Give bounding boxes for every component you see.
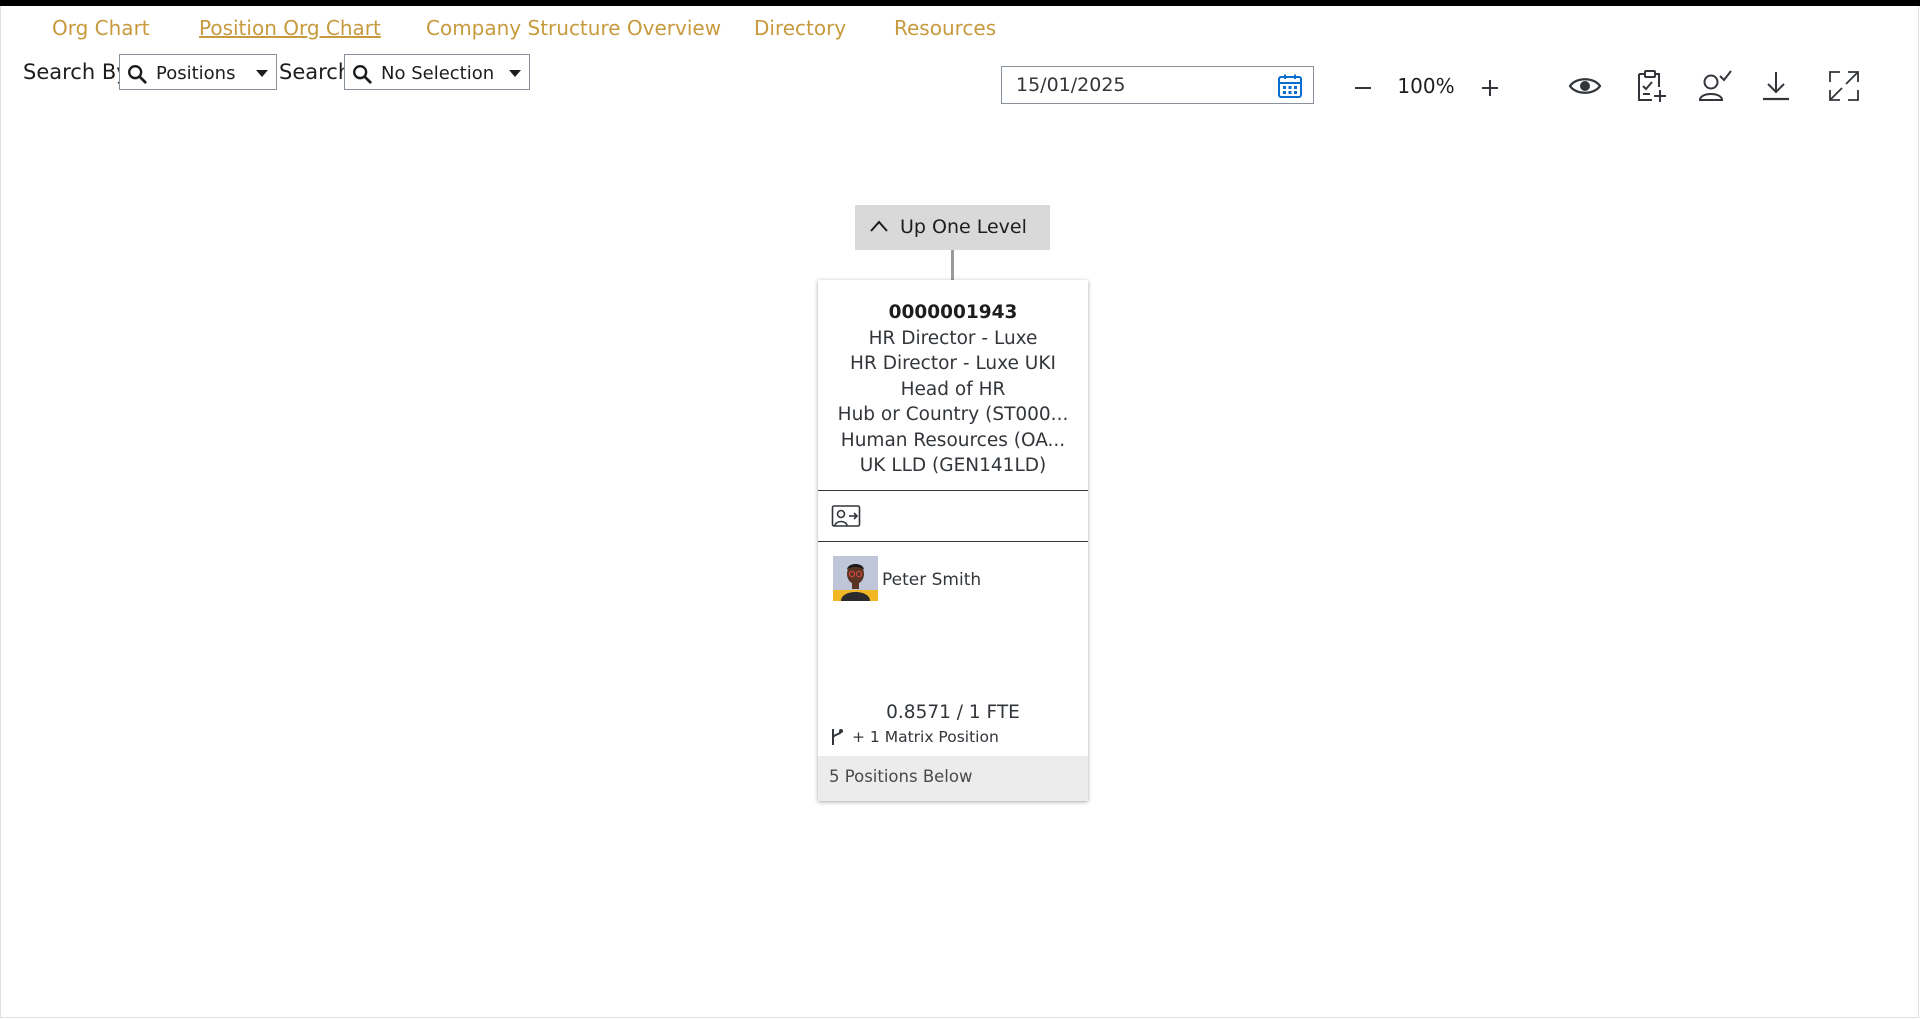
position-card[interactable]: 0000001943 HR Director - Luxe HR Directo… xyxy=(818,280,1088,801)
zoom-out-icon[interactable] xyxy=(1346,70,1380,104)
position-hub: Hub or Country (ST000... xyxy=(837,404,1069,425)
tab-org-chart[interactable]: Org Chart xyxy=(52,16,150,40)
position-legal-entity: UK LLD (GEN141LD) xyxy=(859,455,1047,476)
date-input[interactable] xyxy=(1016,74,1256,96)
search-label: Search xyxy=(279,60,352,84)
search-by-value: Positions xyxy=(156,63,236,84)
org-connector-line xyxy=(951,250,954,280)
avatar[interactable] xyxy=(833,556,878,601)
tab-resources[interactable]: Resources xyxy=(894,16,996,40)
chevron-down-icon xyxy=(256,70,268,77)
search-by-select[interactable]: Positions xyxy=(119,54,277,90)
position-role: Head of HR xyxy=(900,378,1006,400)
search-icon xyxy=(353,65,372,84)
user-check-icon[interactable] xyxy=(1697,68,1733,104)
card-divider xyxy=(818,490,1088,491)
up-one-level-label: Up One Level xyxy=(900,216,1027,238)
chevron-down-icon xyxy=(509,70,521,77)
fte-value: 0.8571 / 1 FTE xyxy=(886,702,1020,723)
clipboard-add-icon[interactable] xyxy=(1632,68,1668,104)
positions-below-button[interactable]: 5 Positions Below xyxy=(818,756,1088,801)
tab-company-structure-overview[interactable]: Company Structure Overview xyxy=(426,16,721,40)
zoom-in-icon[interactable] xyxy=(1473,70,1507,104)
calendar-icon[interactable] xyxy=(1277,73,1303,99)
date-picker[interactable] xyxy=(1001,66,1314,104)
download-icon[interactable] xyxy=(1758,68,1794,104)
positions-below-label: 5 Positions Below xyxy=(829,767,973,786)
search-select[interactable]: No Selection xyxy=(344,54,530,90)
tab-directory[interactable]: Directory xyxy=(754,16,846,40)
position-id: 0000001943 xyxy=(888,302,1018,323)
position-department: Human Resources (OA... xyxy=(840,429,1066,451)
position-info: 0000001943 HR Director - Luxe HR Directo… xyxy=(818,300,1088,479)
employee-name[interactable]: Peter Smith xyxy=(882,570,981,590)
user-assign-icon[interactable] xyxy=(831,502,861,530)
up-one-level-button[interactable]: Up One Level xyxy=(855,205,1050,250)
search-by-label: Search By xyxy=(23,60,129,84)
matrix-branch-icon xyxy=(832,729,843,745)
view-icon[interactable] xyxy=(1567,68,1603,104)
tab-position-org-chart[interactable]: Position Org Chart xyxy=(199,16,381,40)
position-job-title: HR Director - Luxe UKI xyxy=(850,353,1056,374)
matrix-position-label: + 1 Matrix Position xyxy=(852,728,999,746)
card-divider xyxy=(818,541,1088,542)
search-icon xyxy=(128,65,147,84)
position-title: HR Director - Luxe xyxy=(868,327,1038,349)
zoom-level: 100% xyxy=(1397,74,1455,98)
chevron-up-icon xyxy=(870,220,888,232)
fullscreen-icon[interactable] xyxy=(1826,68,1862,104)
search-value: No Selection xyxy=(381,63,495,84)
